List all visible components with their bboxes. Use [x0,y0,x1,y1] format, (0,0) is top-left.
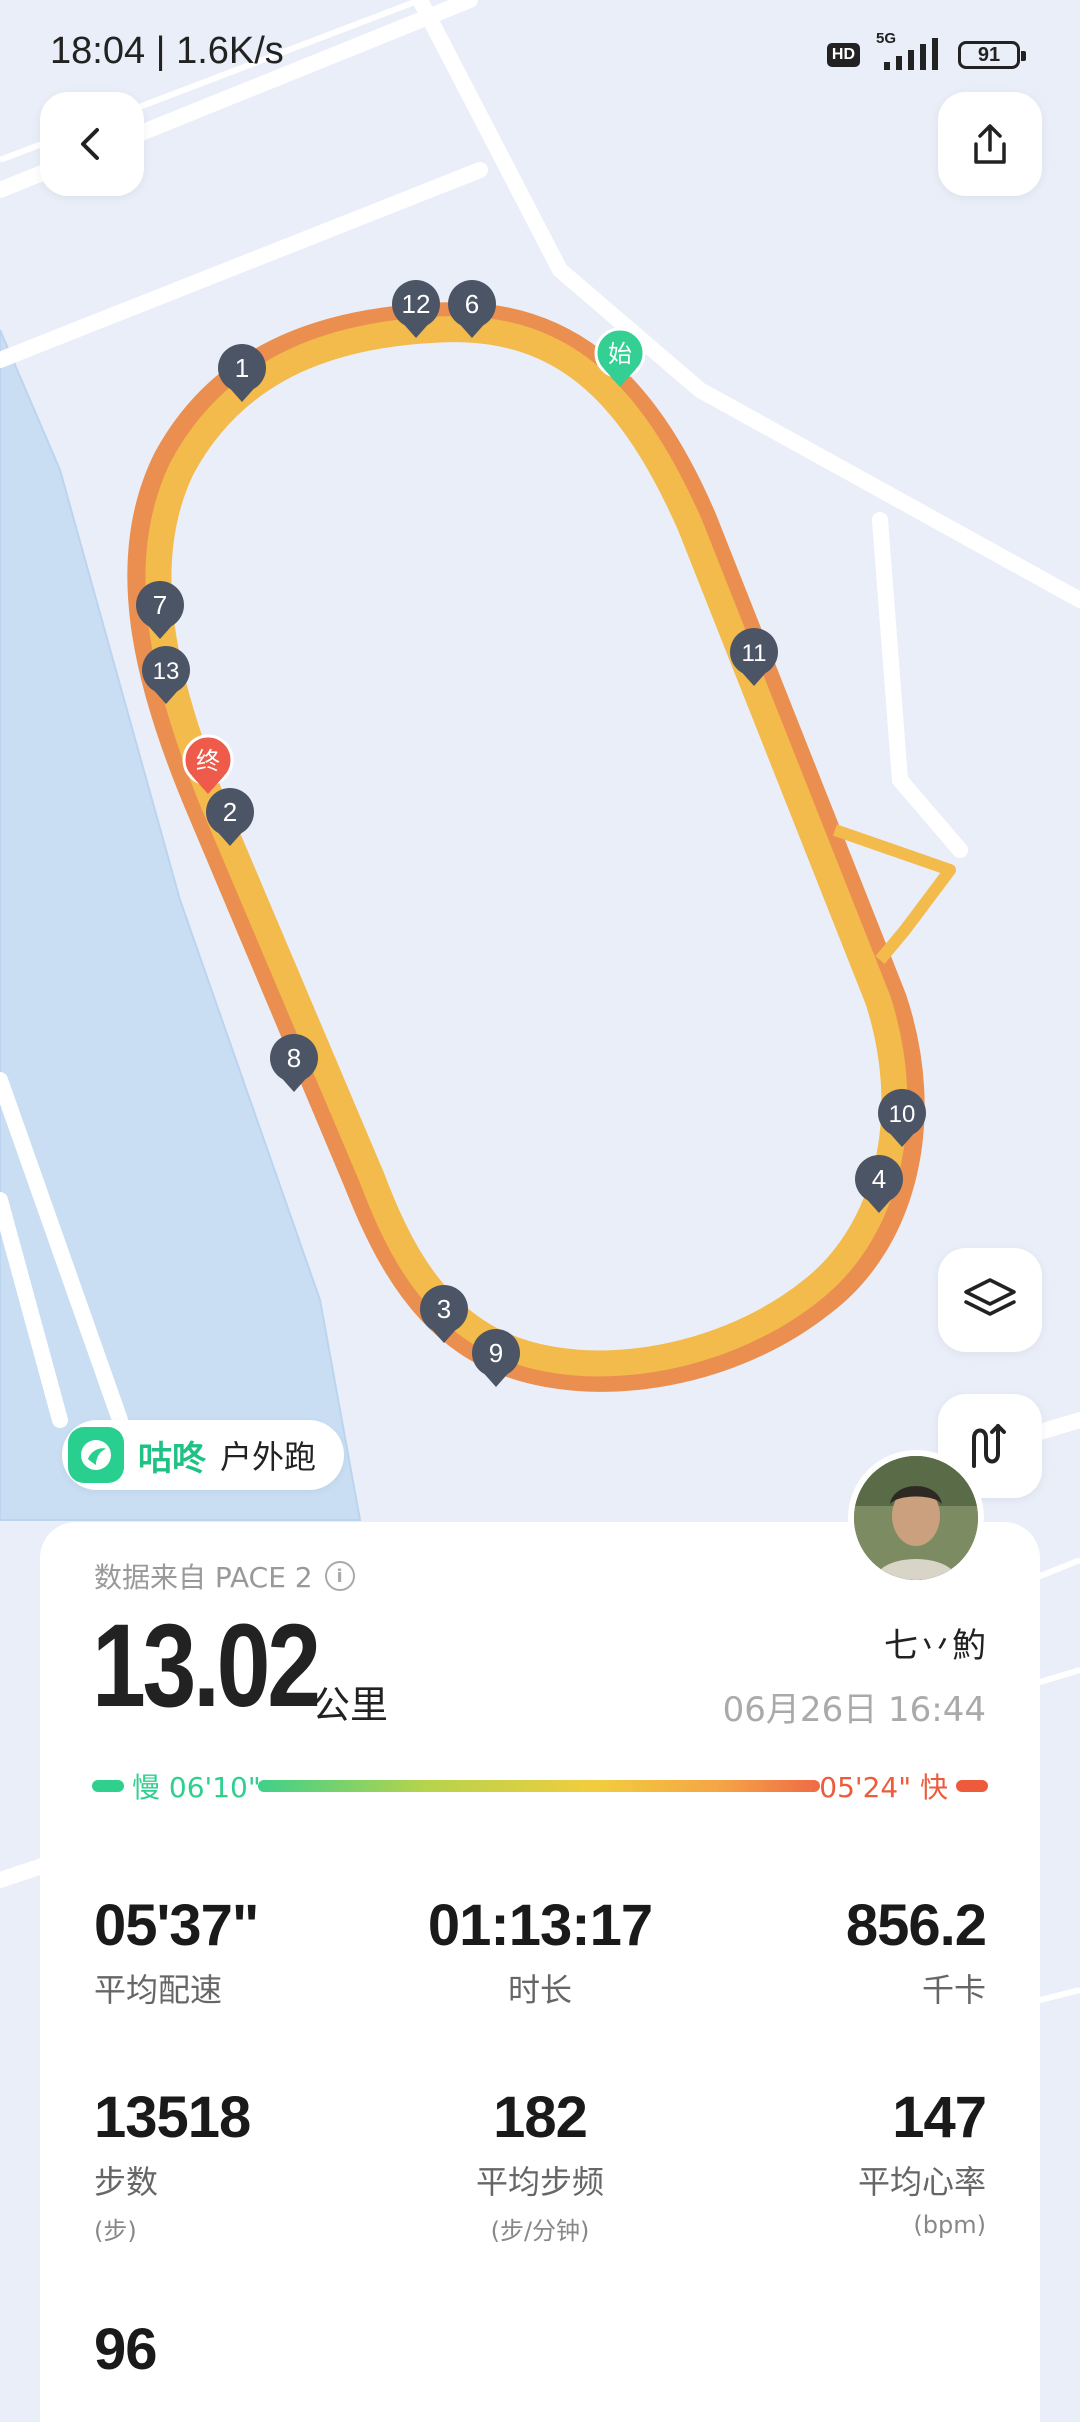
metric-extra: 96 [94,2316,394,2383]
share-icon [974,124,1006,164]
metric-label: 平均配速 [94,1971,223,2009]
layers-icon [964,1278,1016,1316]
km-marker-1: 1 [218,344,266,402]
app-brand-chip: 咕咚 户外跑 [62,1420,345,1490]
metric-duration: 01:13:17 时长 [390,1892,690,2011]
codoon-logo-icon [68,1427,124,1483]
svg-text:7: 7 [153,590,167,620]
km-marker-label: 1 [235,353,249,383]
metric-calories: 856.2 千卡 [686,1892,987,2011]
distance-value: 13.02 [92,1600,321,1732]
svg-text:始: 始 [608,340,632,368]
slow-pace-label: 慢 06'10" [132,1771,261,1804]
status-time: 18:04 | 1.6K/s [50,30,284,72]
metric-value: 01:13:17 [427,1893,653,1958]
status-icons: HD 5G 91 [826,30,1026,74]
metric-label: 步数 [94,2163,159,2201]
hd-icon: HD [826,43,860,67]
svg-text:终: 终 [196,747,220,775]
svg-text:8: 8 [287,1043,301,1073]
pace-gradient-bar [258,1780,820,1792]
metric-label: 平均步频 [475,2163,604,2201]
metric-value: 182 [493,2085,588,2150]
signal-icon: 5G [874,30,944,74]
avatar[interactable] [848,1450,984,1586]
brand-name: 咕咚 [138,1438,206,1479]
network-label: 5G [876,30,897,47]
metric-value: 856.2 [845,1893,987,1958]
activity-type: 户外跑 [220,1438,317,1476]
metric-label: 平均心率 [857,2163,986,2201]
route-replay-icon [972,1424,1006,1468]
km-marker-8: 8 [270,1034,318,1092]
svg-text:4: 4 [872,1164,886,1194]
km-marker-10: 10 [878,1089,926,1147]
metric-value: 05'37" [94,1893,259,1958]
metric-avg-pace: 05'37" 平均配速 [94,1892,394,2011]
metric-cadence: 182 平均步频 (步/分钟) [390,2084,690,2246]
workout-date: 06月26日 16:44 [722,1690,986,1730]
status-bar: 18:04 | 1.6K/s HD 5G 91 [0,0,1080,110]
km-marker-2: 2 [206,788,254,846]
metric-value: 13518 [94,2085,251,2150]
km-marker-6: 6 [448,280,496,338]
start-marker: 始 [594,327,646,387]
share-button[interactable] [938,92,1042,196]
workout-summary-card: 数据来自 PACE 2 i 13.02 公里 七丷魡 06月26日 16:44 … [40,1522,1040,2422]
fast-pace-swatch [956,1780,988,1792]
back-arrow-icon [81,128,99,160]
metric-unit: (bpm) [913,2211,986,2239]
svg-text:6: 6 [465,289,479,319]
km-marker-11: 11 [730,628,778,686]
battery-level: 91 [977,43,1001,66]
km-marker-3: 3 [420,1285,468,1343]
back-button[interactable] [40,92,144,196]
fast-pace-label: 05'24" 快 [819,1771,948,1804]
km-marker-12: 12 [392,280,440,338]
metric-unit: (步/分钟) [490,2217,590,2245]
km-marker-7: 7 [136,581,184,639]
info-icon[interactable]: i [324,1561,355,1591]
battery-icon: 91 [958,41,1026,69]
svg-text:9: 9 [489,1338,503,1368]
metric-unit: (步) [94,2217,137,2245]
metric-heart-rate: 147 平均心率 (bpm) [686,2084,987,2239]
svg-text:10: 10 [889,1101,916,1128]
svg-text:3: 3 [437,1294,451,1324]
km-marker-4: 4 [855,1155,903,1213]
user-name: 七丷魡 [884,1626,986,1666]
metric-label: 时长 [507,1971,572,2009]
end-marker: 终 [182,734,234,794]
map-layers-button[interactable] [938,1248,1042,1352]
km-marker-13: 13 [142,646,190,704]
metric-value: 147 [892,2085,987,2150]
slow-pace-swatch [92,1780,124,1792]
svg-text:2: 2 [223,797,237,827]
data-source-text: 数据来自 PACE 2 [94,1561,313,1594]
metric-value: 96 [94,2317,158,2382]
svg-text:11: 11 [742,640,767,667]
metric-steps: 13518 步数 (步) [94,2084,394,2246]
km-marker-9: 9 [472,1329,520,1387]
svg-text:13: 13 [153,658,180,685]
pace-legend: 慢 06'10" 05'24" 快 [92,1766,988,1806]
metric-label: 千卡 [921,1971,986,2009]
svg-text:12: 12 [402,289,431,319]
data-source: 数据来自 PACE 2 i [94,1556,355,1596]
distance-unit: 公里 [312,1683,389,1727]
